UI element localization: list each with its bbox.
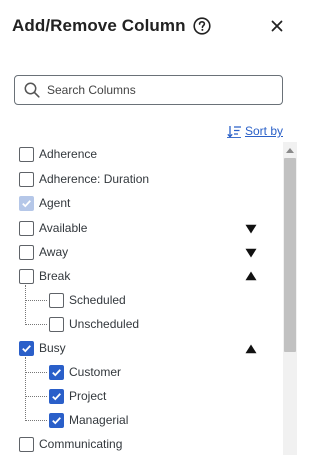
panel-title: Add/Remove Column [12, 16, 186, 35]
tree-connector [25, 396, 47, 397]
checkbox[interactable] [19, 146, 34, 162]
list-item-busy[interactable]: Busy [19, 336, 66, 360]
tree-connector [25, 300, 47, 301]
scrollbar[interactable] [283, 142, 297, 455]
panel-header: Add/Remove Column [12, 14, 211, 38]
checkbox[interactable] [19, 436, 34, 452]
list-item-project[interactable]: Project [49, 384, 106, 408]
checkbox[interactable] [49, 292, 64, 308]
column-list: Adherence Adherence: Duration Agent Avai… [0, 142, 283, 455]
list-item-available[interactable]: Available [19, 216, 87, 240]
list-item-communicating[interactable]: Communicating [19, 432, 122, 455]
list-item-label: Customer [69, 365, 122, 379]
collapse-triangle-up-icon[interactable] [245, 344, 257, 354]
tree-connector [25, 324, 47, 325]
list-item-label: Communicating [39, 437, 123, 451]
list-item-agent: Agent [19, 191, 70, 215]
tree-connector [25, 357, 26, 421]
list-item-adherence-duration[interactable]: Adherence: Duration [19, 167, 149, 191]
checkmark-icon [52, 416, 61, 424]
list-item-label: Agent [39, 196, 71, 210]
list-item-break[interactable]: Break [19, 264, 70, 288]
tree-connector [25, 420, 47, 421]
close-icon [271, 20, 283, 32]
checkbox[interactable] [19, 244, 34, 260]
tree-connector [25, 372, 47, 373]
help-icon[interactable] [193, 17, 211, 35]
list-item-scheduled[interactable]: Scheduled [49, 288, 126, 312]
checkbox[interactable] [19, 268, 34, 284]
checkbox-checked[interactable] [19, 340, 34, 356]
checkmark-icon [22, 199, 31, 207]
list-item-adherence[interactable]: Adherence [19, 142, 97, 166]
checkbox[interactable] [19, 220, 34, 236]
checkbox-disabled [19, 195, 34, 211]
scroll-up-arrow-icon[interactable] [286, 148, 294, 153]
expand-triangle-down-icon[interactable] [245, 248, 257, 258]
list-item-customer[interactable]: Customer [49, 360, 121, 384]
checkbox[interactable] [19, 171, 34, 187]
scrollbar-thumb[interactable] [284, 158, 296, 352]
list-item-label: Unscheduled [69, 317, 140, 331]
list-item-label: Available [39, 221, 88, 235]
list-item-label: Away [39, 245, 69, 259]
sort-icon [226, 125, 241, 138]
list-item-label: Break [39, 269, 71, 283]
checkbox-checked[interactable] [49, 388, 64, 404]
list-item-label: Busy [39, 341, 66, 355]
collapse-triangle-up-icon[interactable] [245, 271, 257, 281]
checkbox-checked[interactable] [49, 364, 64, 380]
sort-by-link[interactable]: Sort by [226, 124, 283, 138]
list-item-away[interactable]: Away [19, 240, 68, 264]
list-item-managerial[interactable]: Managerial [49, 408, 128, 432]
checkmark-icon [52, 368, 61, 376]
checkbox[interactable] [49, 316, 64, 332]
list-item-label: Managerial [69, 413, 129, 427]
checkmark-icon [22, 344, 31, 352]
list-item-label: Adherence [39, 147, 98, 161]
expand-triangle-down-icon[interactable] [245, 224, 257, 234]
sort-by-label: Sort by [244, 124, 283, 138]
search-icon [24, 82, 40, 98]
checkmark-icon [52, 392, 61, 400]
checkbox-checked[interactable] [49, 412, 64, 428]
search-box [14, 75, 283, 105]
list-item-unscheduled[interactable]: Unscheduled [49, 312, 139, 336]
list-item-label: Project [69, 389, 107, 403]
list-item-label: Scheduled [69, 293, 126, 307]
list-item-label: Adherence: Duration [39, 172, 150, 186]
tree-connector [25, 285, 26, 325]
close-button[interactable] [265, 14, 289, 38]
search-input[interactable] [47, 83, 267, 97]
